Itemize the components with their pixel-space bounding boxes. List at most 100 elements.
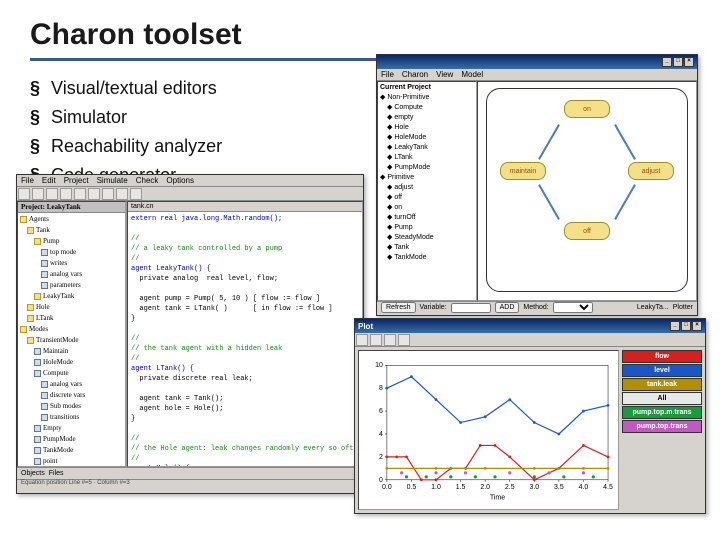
plot-canvas[interactable]: 02468100.00.51.01.52.02.53.03.54.04.5Tim…	[358, 350, 619, 510]
tree-node[interactable]: Sub modes	[20, 401, 123, 412]
project-tree-pane[interactable]: Project: LeakyTank AgentsTankPumptop mod…	[17, 201, 127, 467]
diagram-tree-node[interactable]: ◆ PumpMode	[380, 163, 474, 173]
tree-node[interactable]: Tank	[20, 225, 123, 236]
diagram-tree-node[interactable]: ◆ Compute	[380, 103, 474, 113]
bottom-tab[interactable]: Plotter	[673, 304, 693, 311]
tree-node[interactable]: LeakyTank	[20, 291, 123, 302]
diagram-tree-node[interactable]: ◆ LeakyTank	[380, 143, 474, 153]
legend-item[interactable]: pump.top.m.trans	[622, 406, 702, 419]
tree-node[interactable]: top mode	[20, 247, 123, 258]
menu-item[interactable]: Project	[64, 176, 89, 185]
editor-menubar[interactable]: File Edit Project Simulate Check Options	[17, 175, 363, 187]
plot-toolbar[interactable]	[355, 333, 705, 347]
diagram-canvas[interactable]: on maintain adjust off	[477, 81, 697, 301]
menu-item[interactable]: Check	[136, 176, 159, 185]
diagram-tree-node[interactable]: ◆ Non-Primitive	[380, 93, 474, 103]
tree-node[interactable]: Empty	[20, 423, 123, 434]
menu-item[interactable]: Simulate	[97, 176, 128, 185]
legend-item[interactable]: All	[622, 392, 702, 405]
tree-node[interactable]: HoleMode	[20, 357, 123, 368]
tree-node[interactable]: Agents	[20, 214, 123, 225]
menu-item[interactable]: Model	[461, 70, 483, 79]
close-icon[interactable]: ×	[692, 321, 702, 331]
maximize-icon[interactable]: □	[673, 57, 683, 67]
toolbar-button[interactable]	[88, 188, 100, 200]
menu-item[interactable]: File	[21, 176, 34, 185]
toolbar-button[interactable]	[384, 334, 396, 346]
diagram-menubar[interactable]: File Charon View Model	[377, 69, 697, 81]
diagram-tree-node[interactable]: ◆ HoleMode	[380, 133, 474, 143]
menu-item[interactable]: File	[381, 70, 394, 79]
diagram-tree-node[interactable]: ◆ adjust	[380, 183, 474, 193]
legend-item[interactable]: flow	[622, 350, 702, 363]
tree-node[interactable]: writes	[20, 258, 123, 269]
toolbar-button[interactable]	[60, 188, 72, 200]
legend-item[interactable]: pump.top.trans	[622, 420, 702, 433]
plot-titlebar[interactable]: Plot _ □ ×	[355, 319, 705, 333]
tree-node[interactable]: discrete vars	[20, 390, 123, 401]
code-pane[interactable]: tank.cn extern real java.long.Math.rando…	[127, 201, 363, 467]
method-select[interactable]	[553, 302, 593, 313]
tree-node[interactable]: LTank	[20, 313, 123, 324]
add-button[interactable]: ADD	[495, 302, 520, 313]
diagram-tree-node[interactable]: ◆ on	[380, 203, 474, 213]
tree-node[interactable]: point	[20, 456, 123, 467]
maximize-icon[interactable]: □	[681, 321, 691, 331]
tree-node[interactable]: Compute	[20, 368, 123, 379]
diagram-tree-node[interactable]: ◆ Pump	[380, 223, 474, 233]
tree-node[interactable]: Maintain	[20, 346, 123, 357]
diagram-titlebar[interactable]: _ □ ×	[377, 55, 697, 69]
toolbar-button[interactable]	[46, 188, 58, 200]
variable-input[interactable]	[451, 303, 491, 313]
refresh-button[interactable]: Refresh	[381, 302, 416, 313]
diagram-tree-node[interactable]: ◆ LTank	[380, 153, 474, 163]
editor-tab[interactable]: Files	[49, 470, 64, 477]
editor-toolbar[interactable]	[17, 187, 363, 201]
code-tab[interactable]: tank.cn	[128, 202, 362, 212]
menu-item[interactable]: Edit	[42, 176, 56, 185]
diagram-tree-node[interactable]: ◆ turnOff	[380, 213, 474, 223]
diagram-tree-node[interactable]: ◆ Tank	[380, 243, 474, 253]
toolbar-button[interactable]	[370, 334, 382, 346]
toolbar-button[interactable]	[398, 334, 410, 346]
toolbar-button[interactable]	[116, 188, 128, 200]
state-maintain[interactable]: maintain	[500, 162, 546, 180]
minimize-icon[interactable]: _	[670, 321, 680, 331]
tree-node[interactable]: Pump	[20, 236, 123, 247]
toolbar-button[interactable]	[18, 188, 30, 200]
state-on[interactable]: on	[564, 100, 610, 118]
state-off[interactable]: off	[564, 222, 610, 240]
menu-item[interactable]: Options	[166, 176, 194, 185]
diagram-tree-node[interactable]: ◆ SteadyMode	[380, 233, 474, 243]
tree-node[interactable]: parameters	[20, 280, 123, 291]
diagram-tree[interactable]: Current Project ◆ Non-Primitive◆ Compute…	[377, 81, 477, 301]
legend-item[interactable]: level	[622, 364, 702, 377]
tree-node[interactable]: Modes	[20, 324, 123, 335]
bottom-tab[interactable]: LeakyTa...	[637, 304, 669, 311]
bottom-tabs[interactable]: Objects Files	[17, 467, 363, 479]
tree-node[interactable]: transitions	[20, 412, 123, 423]
menu-item[interactable]: View	[436, 70, 453, 79]
tree-node[interactable]: TransientMode	[20, 335, 123, 346]
tree-node[interactable]: analog vars	[20, 269, 123, 280]
menu-item[interactable]: Charon	[402, 70, 428, 79]
tree-node[interactable]: PumpMode	[20, 434, 123, 445]
close-icon[interactable]: ×	[684, 57, 694, 67]
toolbar-button[interactable]	[74, 188, 86, 200]
diagram-tree-node[interactable]: ◆ Hole	[380, 123, 474, 133]
minimize-icon[interactable]: _	[662, 57, 672, 67]
toolbar-button[interactable]	[130, 188, 142, 200]
diagram-tree-node[interactable]: ◆ off	[380, 193, 474, 203]
state-adjust[interactable]: adjust	[628, 162, 674, 180]
diagram-tree-node[interactable]: ◆ empty	[380, 113, 474, 123]
editor-tab[interactable]: Objects	[21, 470, 45, 477]
diagram-tree-node[interactable]: ◆ TankMode	[380, 253, 474, 263]
tree-node[interactable]: Hole	[20, 302, 123, 313]
tree-node[interactable]: analog vars	[20, 379, 123, 390]
toolbar-button[interactable]	[356, 334, 368, 346]
tree-node[interactable]: TankMode	[20, 445, 123, 456]
toolbar-button[interactable]	[102, 188, 114, 200]
diagram-tree-node[interactable]: ◆ Primitive	[380, 173, 474, 183]
legend-item[interactable]: tank.leak	[622, 378, 702, 391]
toolbar-button[interactable]	[32, 188, 44, 200]
